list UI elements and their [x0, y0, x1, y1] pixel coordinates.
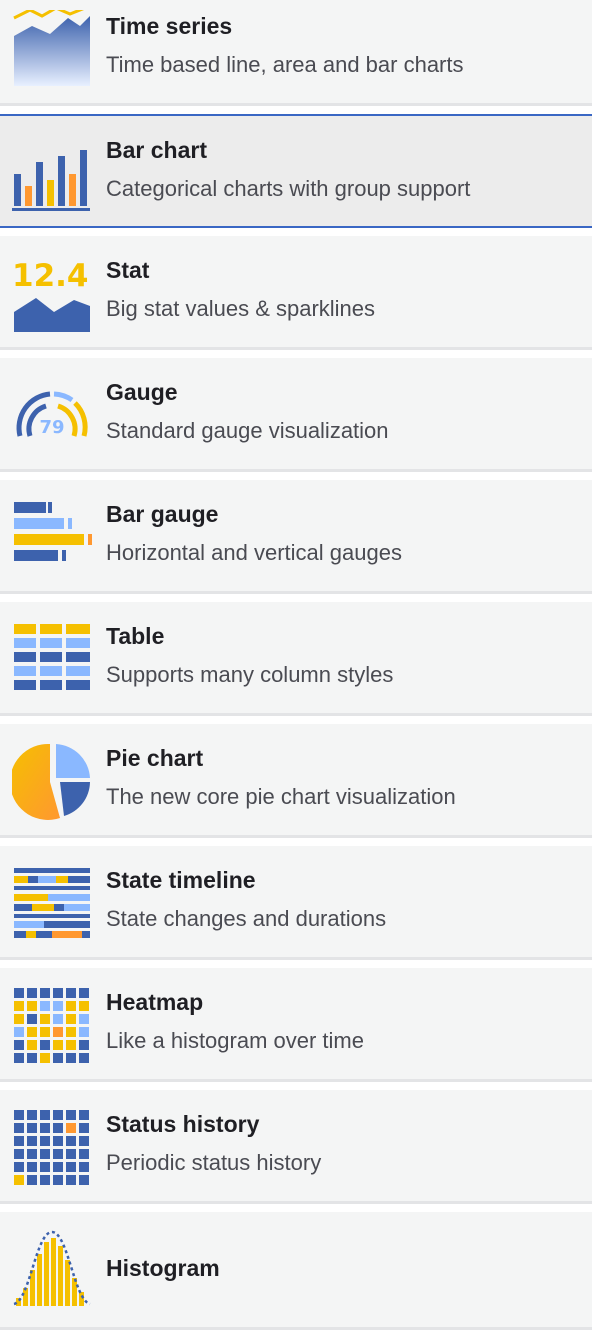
status-history-icon — [12, 1108, 92, 1188]
viz-description: Periodic status history — [106, 1150, 322, 1175]
pie-chart-icon — [12, 742, 92, 822]
viz-title: Status history — [106, 1111, 260, 1137]
viz-description: State changes and durations — [106, 906, 387, 931]
viz-card-bar-chart[interactable]: Bar chart Categorical charts with group … — [0, 114, 592, 228]
viz-title: State timeline — [106, 867, 256, 893]
visualization-list: Time series Time based line, area and ba… — [0, 0, 592, 1334]
viz-card-heatmap[interactable]: Heatmap Like a histogram over time — [0, 968, 592, 1082]
viz-title: Histogram — [106, 1255, 220, 1281]
stat-icon: 12.4 — [12, 254, 92, 334]
viz-title: Stat — [106, 257, 150, 283]
viz-card-table[interactable]: Table Supports many column styles — [0, 602, 592, 716]
viz-title: Pie chart — [106, 745, 204, 771]
viz-description: Big stat values & sparklines — [106, 296, 376, 321]
bar-chart-icon — [12, 134, 92, 214]
bar-gauge-icon — [12, 498, 92, 578]
viz-description: Standard gauge visualization — [106, 418, 389, 443]
viz-description: Time based line, area and bar charts — [106, 52, 464, 77]
heatmap-icon — [12, 986, 92, 1066]
viz-title: Heatmap — [106, 989, 204, 1015]
viz-card-pie-chart[interactable]: Pie chart The new core pie chart visuali… — [0, 724, 592, 838]
time-series-icon — [12, 10, 92, 90]
histogram-icon — [12, 1230, 92, 1310]
viz-card-status-history[interactable]: Status history Periodic status history — [0, 1090, 592, 1204]
viz-title: Gauge — [106, 379, 178, 405]
viz-card-state-timeline[interactable]: State timeline State changes and duratio… — [0, 846, 592, 960]
viz-description: Like a histogram over time — [106, 1028, 364, 1053]
stat-icon-value: 12.4 — [12, 258, 89, 294]
viz-card-bar-gauge[interactable]: Bar gauge Horizontal and vertical gauges — [0, 480, 592, 594]
viz-card-stat[interactable]: 12.4 Stat Big stat values & sparklines — [0, 236, 592, 350]
viz-title: Table — [106, 623, 165, 649]
gauge-icon-value: 79 — [39, 417, 64, 438]
state-timeline-icon — [12, 864, 92, 944]
table-icon — [12, 620, 92, 700]
viz-title: Time series — [106, 13, 233, 39]
viz-card-histogram[interactable]: Histogram — [0, 1212, 592, 1330]
viz-card-gauge[interactable]: 79 Gauge Standard gauge visualization — [0, 358, 592, 472]
viz-title: Bar chart — [106, 137, 207, 163]
viz-description: Categorical charts with group support — [106, 176, 471, 201]
viz-description: The new core pie chart visualization — [106, 784, 456, 809]
viz-card-time-series[interactable]: Time series Time based line, area and ba… — [0, 0, 592, 106]
viz-description: Horizontal and vertical gauges — [106, 540, 402, 565]
viz-title: Bar gauge — [106, 501, 219, 527]
gauge-icon: 79 — [12, 376, 92, 456]
viz-description: Supports many column styles — [106, 662, 394, 687]
